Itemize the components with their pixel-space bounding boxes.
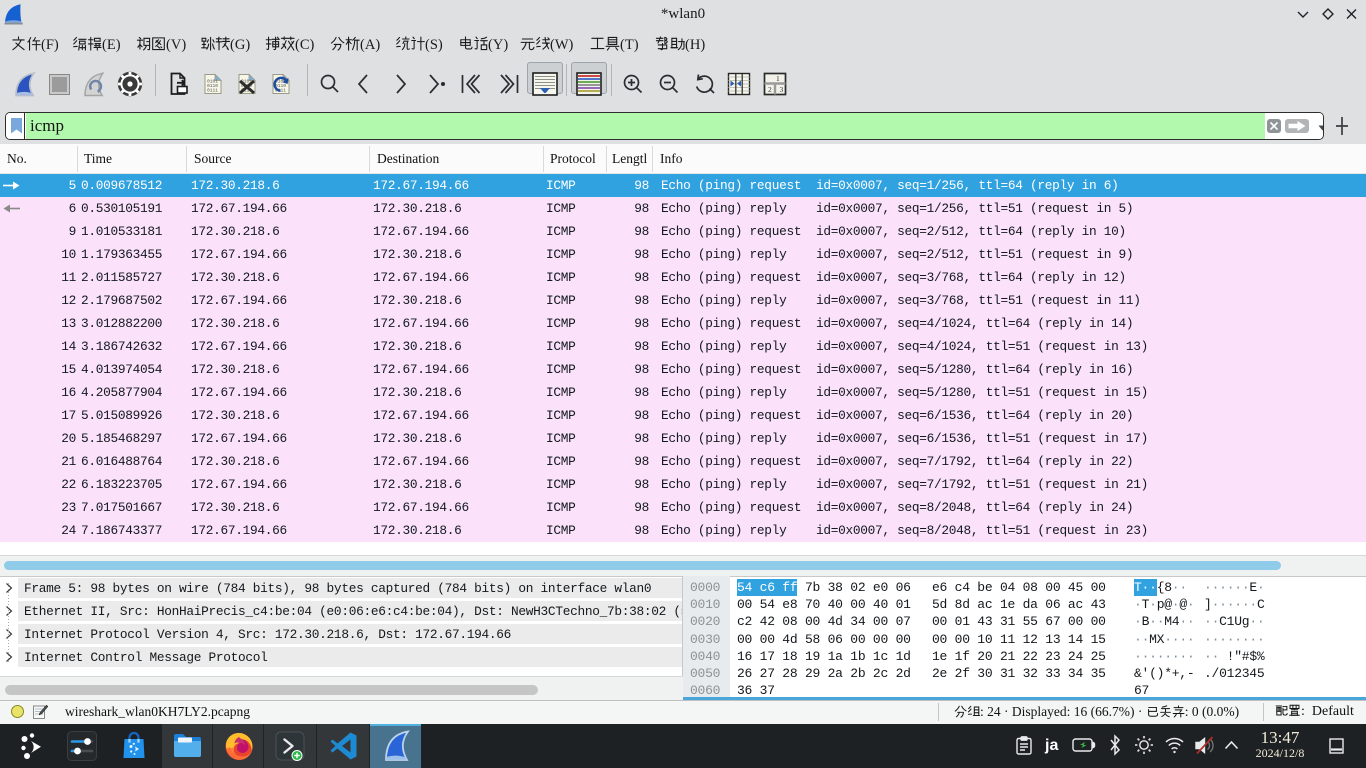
svg-text:1: 1: [776, 74, 780, 83]
svg-text:0111: 0111: [207, 88, 218, 94]
svg-text:3: 3: [780, 85, 784, 94]
svg-text:2: 2: [768, 85, 772, 94]
